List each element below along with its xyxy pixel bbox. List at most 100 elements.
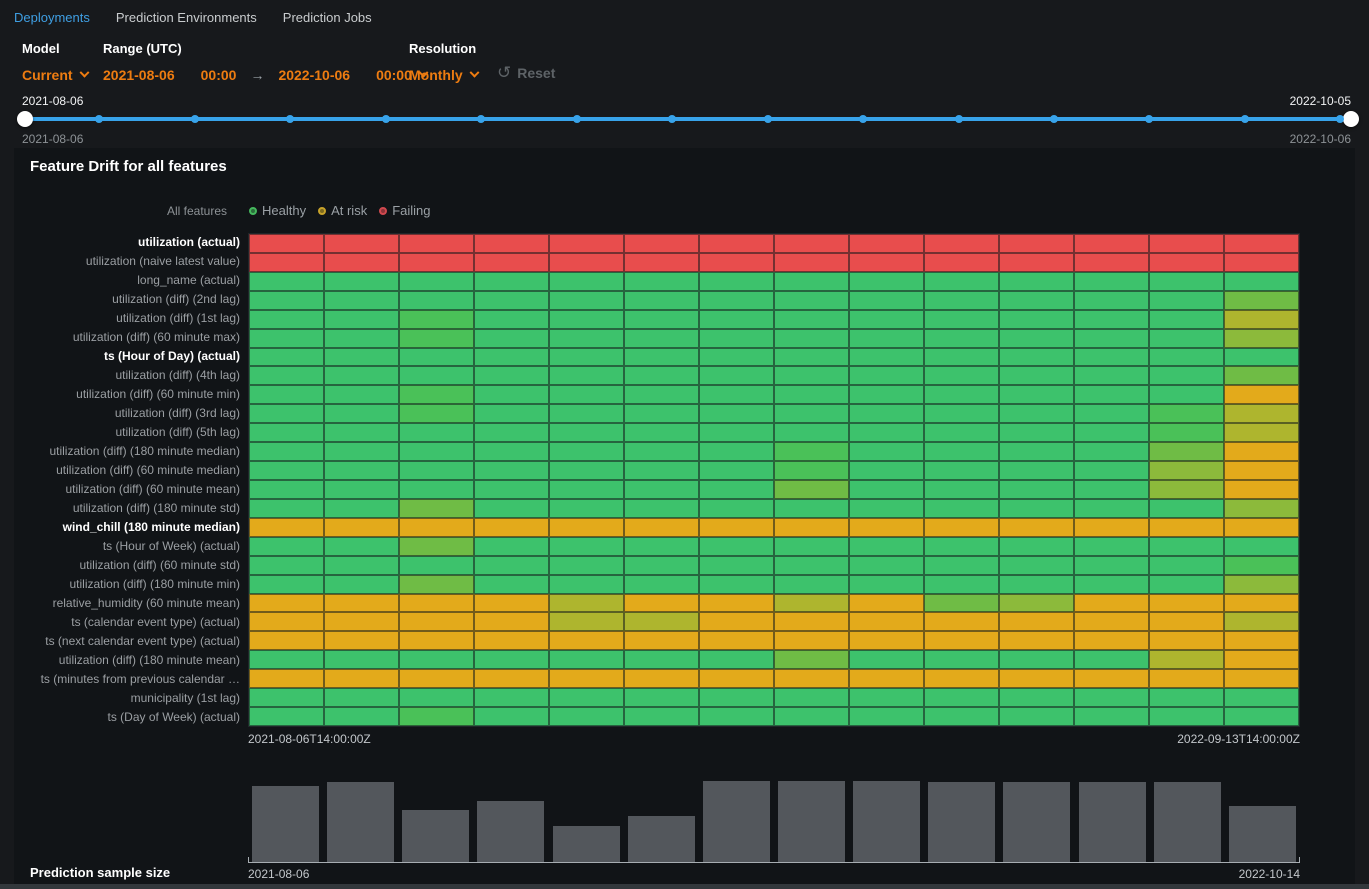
heatmap-cell[interactable] xyxy=(324,461,399,480)
tab-prediction-jobs[interactable]: Prediction Jobs xyxy=(283,10,372,25)
heatmap-cell[interactable] xyxy=(474,537,549,556)
heatmap-cell[interactable] xyxy=(849,594,924,613)
heatmap-cell[interactable] xyxy=(1224,310,1299,329)
heatmap-cell[interactable] xyxy=(999,461,1074,480)
heatmap-cell[interactable] xyxy=(549,461,624,480)
heatmap-cell[interactable] xyxy=(924,366,999,385)
heatmap-cell[interactable] xyxy=(1224,594,1299,613)
heatmap-cell[interactable] xyxy=(249,385,324,404)
feature-row-label[interactable]: utilization (diff) (60 minute median) xyxy=(14,461,240,480)
tab-deployments[interactable]: Deployments xyxy=(14,10,90,25)
heatmap-cell[interactable] xyxy=(1149,480,1224,499)
heatmap-cell[interactable] xyxy=(924,556,999,575)
heatmap-cell[interactable] xyxy=(924,499,999,518)
heatmap-cell[interactable] xyxy=(1149,612,1224,631)
heatmap-cell[interactable] xyxy=(474,631,549,650)
heatmap-cell[interactable] xyxy=(1074,480,1149,499)
heatmap-cell[interactable] xyxy=(1149,329,1224,348)
heatmap-cell[interactable] xyxy=(699,234,774,253)
heatmap-cell[interactable] xyxy=(324,518,399,537)
heatmap-cell[interactable] xyxy=(1149,631,1224,650)
heatmap-cell[interactable] xyxy=(624,594,699,613)
heatmap-cell[interactable] xyxy=(1224,518,1299,537)
heatmap-cell[interactable] xyxy=(924,612,999,631)
heatmap-cell[interactable] xyxy=(624,556,699,575)
heatmap-cell[interactable] xyxy=(324,234,399,253)
feature-row-label[interactable]: utilization (actual) xyxy=(14,233,240,252)
heatmap-cell[interactable] xyxy=(549,272,624,291)
heatmap-cell[interactable] xyxy=(624,442,699,461)
heatmap-cell[interactable] xyxy=(1224,707,1299,726)
heatmap-cell[interactable] xyxy=(399,272,474,291)
heatmap-cell[interactable] xyxy=(924,404,999,423)
heatmap-cell[interactable] xyxy=(924,480,999,499)
heatmap-cell[interactable] xyxy=(999,669,1074,688)
heatmap-cell[interactable] xyxy=(549,310,624,329)
heatmap-cell[interactable] xyxy=(1074,310,1149,329)
heatmap-cell[interactable] xyxy=(999,556,1074,575)
heatmap-cell[interactable] xyxy=(699,366,774,385)
heatmap-cell[interactable] xyxy=(399,594,474,613)
heatmap-cell[interactable] xyxy=(699,253,774,272)
heatmap-cell[interactable] xyxy=(1224,669,1299,688)
heatmap-cell[interactable] xyxy=(624,499,699,518)
heatmap-cell[interactable] xyxy=(249,291,324,310)
heatmap-cell[interactable] xyxy=(774,631,849,650)
heatmap-cell[interactable] xyxy=(399,518,474,537)
heatmap-cell[interactable] xyxy=(924,707,999,726)
heatmap-cell[interactable] xyxy=(624,404,699,423)
heatmap-cell[interactable] xyxy=(924,518,999,537)
heatmap-cell[interactable] xyxy=(1149,272,1224,291)
heatmap-cell[interactable] xyxy=(699,537,774,556)
heatmap-cell[interactable] xyxy=(774,461,849,480)
heatmap-cell[interactable] xyxy=(249,404,324,423)
heatmap-cell[interactable] xyxy=(999,480,1074,499)
heatmap-cell[interactable] xyxy=(324,688,399,707)
heatmap-cell[interactable] xyxy=(324,423,399,442)
heatmap-cell[interactable] xyxy=(249,612,324,631)
heatmap-cell[interactable] xyxy=(999,272,1074,291)
heatmap-cell[interactable] xyxy=(1074,594,1149,613)
heatmap-cell[interactable] xyxy=(1149,556,1224,575)
heatmap-cell[interactable] xyxy=(549,650,624,669)
heatmap-cell[interactable] xyxy=(624,234,699,253)
heatmap-cell[interactable] xyxy=(699,404,774,423)
heatmap-cell[interactable] xyxy=(1149,669,1224,688)
heatmap-cell[interactable] xyxy=(324,480,399,499)
heatmap-cell[interactable] xyxy=(549,669,624,688)
heatmap-cell[interactable] xyxy=(1074,650,1149,669)
feature-row-label[interactable]: ts (calendar event type) (actual) xyxy=(14,613,240,632)
heatmap-cell[interactable] xyxy=(774,556,849,575)
heatmap-cell[interactable] xyxy=(399,499,474,518)
heatmap-cell[interactable] xyxy=(1074,253,1149,272)
heatmap-cell[interactable] xyxy=(774,594,849,613)
heatmap-cell[interactable] xyxy=(549,688,624,707)
heatmap-cell[interactable] xyxy=(1224,575,1299,594)
heatmap-cell[interactable] xyxy=(324,669,399,688)
heatmap-cell[interactable] xyxy=(399,253,474,272)
heatmap-cell[interactable] xyxy=(549,234,624,253)
heatmap-cell[interactable] xyxy=(1149,234,1224,253)
heatmap-cell[interactable] xyxy=(1224,385,1299,404)
heatmap-cell[interactable] xyxy=(999,291,1074,310)
range-dropdown[interactable]: 2021-08-06 00:00 → 2022-10-06 00:00 xyxy=(103,67,427,83)
heatmap-cell[interactable] xyxy=(249,234,324,253)
heatmap-cell[interactable] xyxy=(1224,291,1299,310)
heatmap-cell[interactable] xyxy=(549,480,624,499)
heatmap-cell[interactable] xyxy=(624,537,699,556)
feature-row-label[interactable]: utilization (diff) (60 minute mean) xyxy=(14,480,240,499)
heatmap-cell[interactable] xyxy=(924,272,999,291)
heatmap-cell[interactable] xyxy=(1224,499,1299,518)
heatmap-cell[interactable] xyxy=(1074,461,1149,480)
heatmap-cell[interactable] xyxy=(774,272,849,291)
heatmap-cell[interactable] xyxy=(999,366,1074,385)
heatmap-cell[interactable] xyxy=(849,537,924,556)
heatmap-cell[interactable] xyxy=(774,385,849,404)
feature-row-label[interactable]: utilization (diff) (60 minute std) xyxy=(14,556,240,575)
heatmap-cell[interactable] xyxy=(1074,291,1149,310)
heatmap-cell[interactable] xyxy=(1074,612,1149,631)
feature-row-label[interactable]: municipality (1st lag) xyxy=(14,689,240,708)
heatmap-cell[interactable] xyxy=(774,480,849,499)
heatmap-cell[interactable] xyxy=(699,669,774,688)
heatmap-cell[interactable] xyxy=(699,688,774,707)
